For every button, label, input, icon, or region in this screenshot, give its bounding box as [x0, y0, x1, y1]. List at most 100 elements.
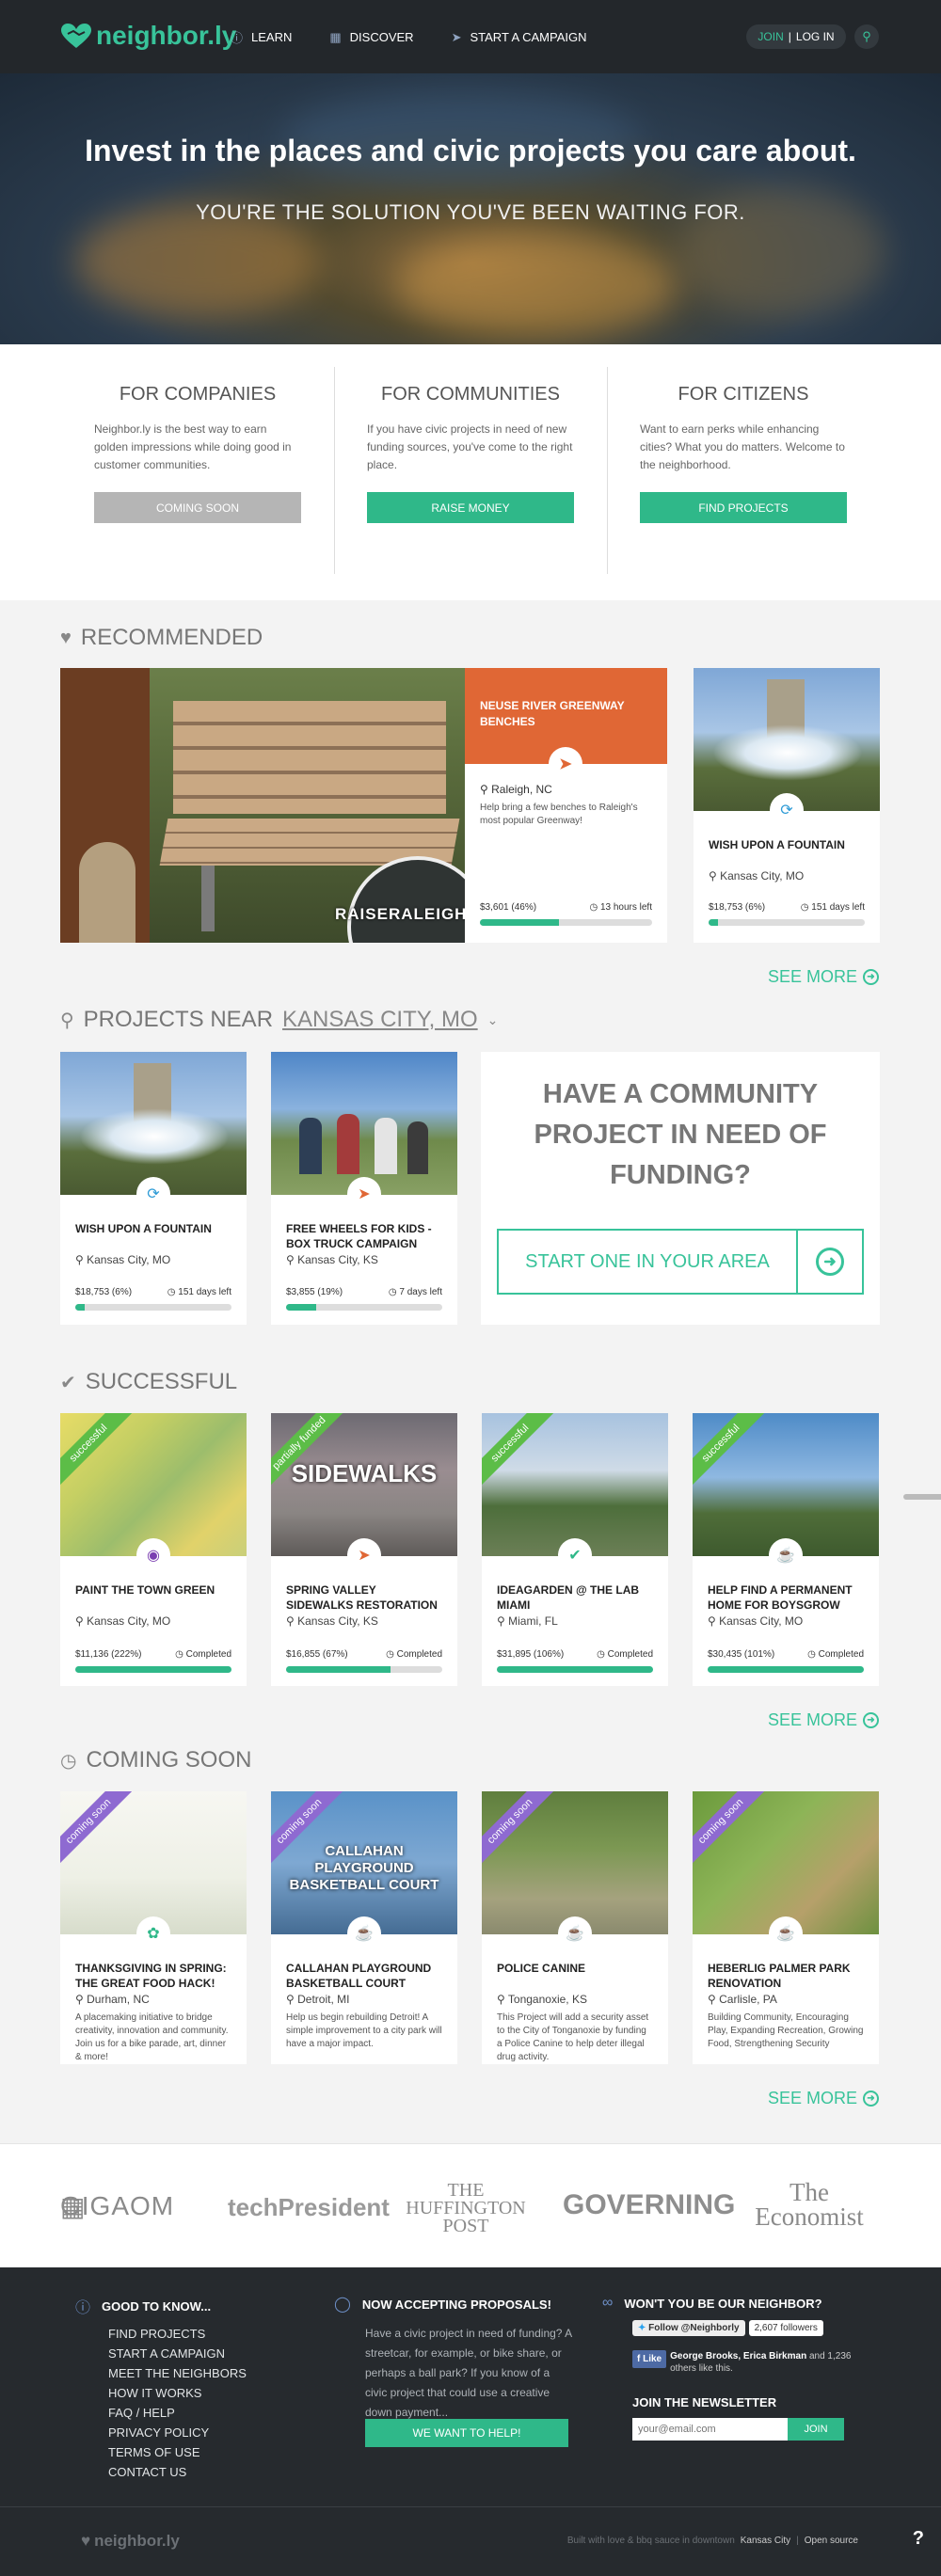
we-want-to-help-button[interactable]: WE WANT TO HELP!	[365, 2419, 568, 2447]
nav-start-campaign[interactable]: ➤ START A CAMPAIGN	[452, 28, 587, 46]
cta-arrow-box: ➜	[796, 1231, 862, 1293]
facebook-like-button[interactable]: f Like	[632, 2350, 667, 2368]
card-location: ⚲ Kansas City, KS	[271, 1614, 457, 1628]
nav-label: START A CAMPAIGN	[470, 30, 587, 44]
footer-link[interactable]: FIND PROJECTS	[108, 2324, 247, 2344]
search-button[interactable]: ⚲	[854, 24, 879, 49]
project-card[interactable]: ⟳ WISH UPON A FOUNTAIN ⚲ Kansas City, MO…	[60, 1052, 247, 1325]
location-selector[interactable]: KANSAS CITY, MO	[282, 1007, 478, 1033]
card-title: WISH UPON A FOUNTAIN	[709, 838, 845, 851]
fb-names: George Brooks, Erica Birkman	[670, 2351, 807, 2361]
project-card[interactable]: CALLAHAN PLAYGROUND BASKETBALL COURT comi…	[271, 1791, 457, 2064]
see-more-coming-soon[interactable]: SEE MORE ➜	[768, 2089, 879, 2108]
project-card[interactable]: ⟳ WISH UPON A FOUNTAIN ⚲ Kansas City, MO…	[694, 668, 880, 943]
nav-learn[interactable]: ⓘ LEARN	[231, 28, 292, 46]
project-card[interactable]: successful ☕ HELP FIND A PERMANENT HOME FO…	[693, 1413, 879, 1686]
progress-fill	[286, 1666, 391, 1673]
heading-text: GOOD TO KNOW...	[102, 2298, 212, 2314]
featured-project-card[interactable]: NEUSE RIVER GREENWAY BENCHES ➤ ⚲ Raleigh…	[465, 668, 667, 943]
nav-discover[interactable]: ▦ DISCOVER	[329, 28, 413, 46]
amount-raised: $18,753 (6%)	[75, 1287, 133, 1297]
raise-money-button[interactable]: RAISE MONEY	[367, 492, 574, 523]
help-button[interactable]: ?	[913, 2528, 924, 2550]
progress-fill	[75, 1666, 231, 1673]
location-text: Miami, FL	[508, 1614, 558, 1628]
heart-logo-icon	[61, 24, 91, 48]
project-image: coming soon	[693, 1791, 879, 1934]
start-one-button[interactable]: START ONE IN YOUR AREA ➜	[497, 1229, 864, 1295]
hero-banner: Invest in the places and civic projects …	[0, 73, 941, 344]
pin-icon: ⚲	[497, 1614, 509, 1628]
footer-link[interactable]: CONTACT US	[108, 2462, 247, 2482]
footer-link[interactable]: START A CAMPAIGN	[108, 2344, 247, 2363]
card-stats: $18,753 (6%) ◷ 151 days left	[75, 1287, 231, 1297]
featured-project-image[interactable]: RAISERALEIGH	[60, 668, 465, 943]
card-location: ⚲ Kansas City, MO	[693, 1614, 879, 1628]
recommended-heading: ♥ RECOMMENDED	[60, 625, 263, 651]
amount-raised: $16,855 (67%)	[286, 1649, 348, 1660]
project-image: coming soon	[60, 1791, 247, 1934]
clock-icon: ◷	[386, 1649, 397, 1660]
status-ribbon: successful	[60, 1413, 136, 1490]
progress-fill	[708, 1666, 864, 1673]
footer-link[interactable]: TERMS OF USE	[108, 2442, 247, 2462]
project-card[interactable]: successful ✔ IDEAGARDEN @ THE LAB MIAMI ⚲ M…	[482, 1413, 668, 1686]
bench-back	[173, 701, 446, 814]
status-ribbon: successful	[482, 1413, 557, 1490]
see-more-recommended[interactable]: SEE MORE ➜	[768, 967, 879, 987]
pin-icon: ⚲	[286, 1993, 298, 2006]
project-card[interactable]: successful ◉ PAINT THE TOWN GREEN ⚲ Kansas …	[60, 1413, 247, 1686]
featured-title-band: NEUSE RIVER GREENWAY BENCHES ➤	[465, 668, 667, 781]
card-location: ⚲ Kansas City, MO	[60, 1253, 247, 1266]
project-image: CALLAHAN PLAYGROUND BASKETBALL COURT comi…	[271, 1791, 457, 1934]
time-left: ◷ 151 days left	[801, 902, 865, 913]
footer-link[interactable]: MEET THE NEIGHBORS	[108, 2363, 247, 2383]
project-card[interactable]: coming soon ✿ THANKSGIVING IN SPRING: THE …	[60, 1791, 247, 2064]
footer-link[interactable]: HOW IT WORKS	[108, 2383, 247, 2403]
project-card[interactable]: coming soon ☕ HEBERLIG PALMER PARK RENOVAT…	[693, 1791, 879, 2064]
person-shape	[407, 1121, 428, 1174]
rocket-icon: ➤	[451, 29, 462, 44]
location-text: Kansas City, KS	[297, 1614, 378, 1628]
twitter-follow-button[interactable]: ✦ Follow @Neighborly	[632, 2320, 745, 2336]
kansas-city-link[interactable]: Kansas City	[741, 2536, 790, 2546]
communities-column: FOR COMMUNITIES If you have civic projec…	[367, 384, 574, 523]
coming-soon-button[interactable]: COMING SOON	[94, 492, 301, 523]
card-stats: $11,136 (222%) ◷ Completed	[75, 1649, 231, 1660]
newsletter-email-input[interactable]	[632, 2418, 788, 2441]
person-shape	[337, 1114, 359, 1174]
card-title: WISH UPON A FOUNTAIN	[75, 1222, 212, 1235]
proposal-text: Have a civic project in need of funding?…	[365, 2327, 572, 2419]
footer-bottom-bar: ♥ neighbor.ly Built with love & bbq sauce…	[0, 2506, 941, 2576]
footer-link[interactable]: PRIVACY POLICY	[108, 2423, 247, 2442]
time-text: 7 days left	[399, 1287, 442, 1297]
newsletter-join-button[interactable]: JOIN	[788, 2418, 844, 2441]
footer-logo[interactable]: ♥ neighbor.ly	[81, 2532, 180, 2551]
scroll-tab[interactable]	[903, 1494, 941, 1500]
card-location: ⚲ Kansas City, MO	[60, 1614, 247, 1628]
thumbs-up-icon: ✔	[558, 1538, 592, 1572]
clock-icon: ◷	[597, 1649, 608, 1660]
find-projects-button[interactable]: FIND PROJECTS	[640, 492, 847, 523]
twitter-label: Follow @Neighborly	[648, 2323, 740, 2333]
join-link[interactable]: JOIN	[758, 30, 783, 43]
status-label: Completed	[185, 1649, 231, 1660]
progress-bar	[75, 1304, 231, 1311]
built-with-text: Built with love & bbq sauce in downtown K…	[567, 2536, 858, 2546]
login-link[interactable]: LOG IN	[796, 30, 835, 43]
open-source-link[interactable]: Open source	[805, 2536, 858, 2546]
project-card[interactable]: coming soon ☕ POLICE CANINE ⚲ Tonganoxie, K…	[482, 1791, 668, 2064]
water-spray	[712, 724, 863, 781]
grid-icon: ▦	[329, 29, 342, 44]
see-more-successful[interactable]: SEE MORE ➜	[768, 1710, 879, 1730]
twitter-follow: ✦ Follow @Neighborly 2,607 followers	[632, 2320, 823, 2336]
project-card[interactable]: ➤ FREE WHEELS FOR KIDS - BOX TRUCK CAMPA…	[271, 1052, 457, 1325]
footer-link[interactable]: FAQ / HELP	[108, 2403, 247, 2423]
logo[interactable]: neighbor.ly	[60, 21, 236, 51]
status-text: ◷ Completed	[597, 1649, 653, 1660]
time-left: ◷ 13 hours left	[589, 902, 652, 913]
hero-headline: Invest in the places and civic projects …	[85, 134, 856, 167]
project-card[interactable]: SIDEWALKS partially funded ➤ SPRING VALLEY …	[271, 1413, 457, 1686]
card-stats: $3,855 (19%) ◷ 7 days left	[286, 1287, 442, 1297]
featured-title: NEUSE RIVER GREENWAY BENCHES	[480, 699, 625, 728]
